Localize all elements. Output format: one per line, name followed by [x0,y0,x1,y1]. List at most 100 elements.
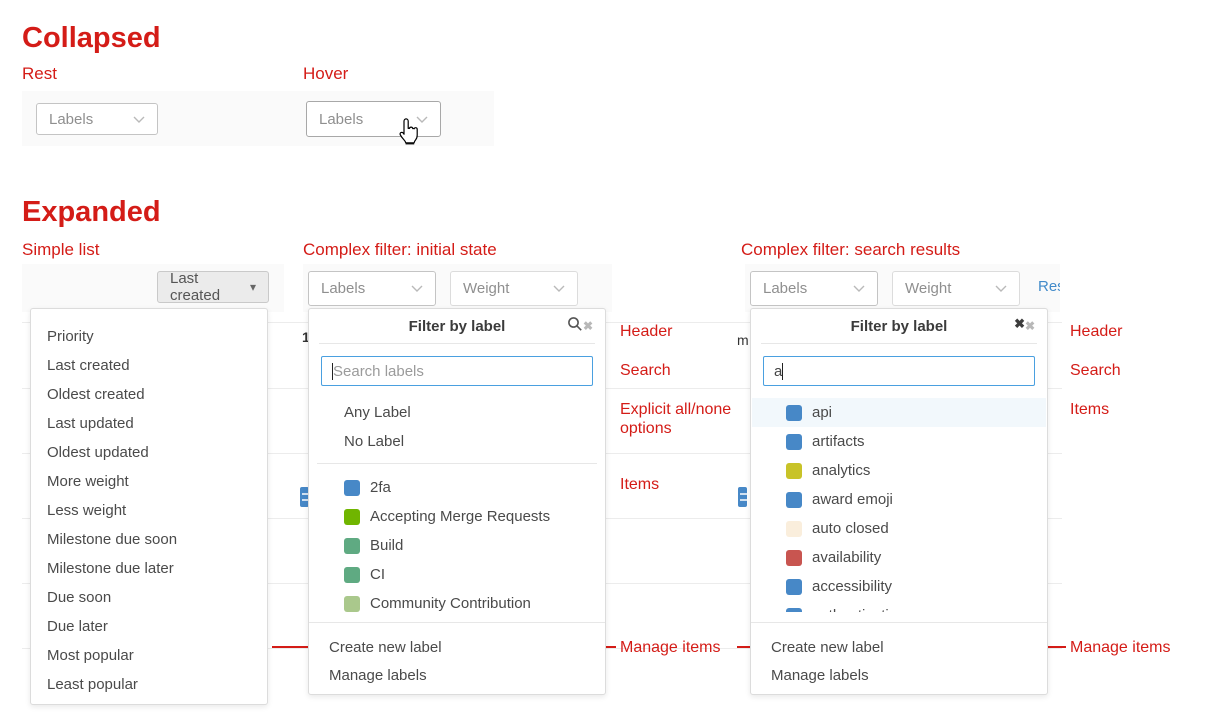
text-cursor [782,363,783,380]
chevron-down-icon [995,285,1007,292]
menu-item-label: Any Label [344,404,411,421]
weight-dropdown-label: Weight [905,280,951,297]
demo-label-complex-search: Complex filter: search results [741,240,960,260]
sort-dropdown-button[interactable]: Last created ▾ [157,271,269,303]
close-icon[interactable]: ✖ [583,309,593,343]
label-item[interactable]: availability [752,543,1046,572]
label-item[interactable]: Community Contribution [310,589,604,618]
label-item[interactable]: auto closed [752,514,1046,543]
labels-dropdown-button[interactable]: Labels [750,271,878,306]
labels-dropdown-button-hover[interactable]: Labels [306,101,441,137]
menu-item-label: Milestone due later [47,560,174,577]
background-text-fragment: m [737,332,749,348]
divider [319,343,595,344]
label-color-swatch [786,463,802,479]
weight-dropdown-button[interactable]: Weight [450,271,578,306]
label-name: auto closed [812,520,889,537]
section-heading-expanded: Expanded [22,196,161,229]
annotation-manage-items: Manage items [620,638,721,657]
divider [761,343,1037,344]
menu-item[interactable]: Last created [32,351,266,380]
label-name: accessibility [812,578,892,595]
menu-item[interactable]: Due later [32,612,266,641]
menu-item-label: No Label [344,433,404,450]
label-color-swatch [786,579,802,595]
menu-item-label: Manage labels [329,667,427,684]
menu-item[interactable]: Less weight [32,496,266,525]
annotation-items: Items [620,475,659,494]
divider [317,463,597,464]
labels-dropdown-label: Labels [319,111,363,128]
annotation-search: Search [1070,361,1121,380]
label-item[interactable]: Accepting Merge Requests [310,502,604,531]
label-filter-dropdown-search: Filter by label ✖ a ✖ api artifacts anal… [750,308,1048,695]
menu-item[interactable]: Milestone due soon [32,525,266,554]
search-icon [567,316,583,332]
label-item[interactable]: api [752,398,1046,427]
weight-dropdown-button[interactable]: Weight [892,271,1020,306]
label-item[interactable]: accessibility [752,572,1046,601]
chevron-down-icon [853,285,865,292]
labels-dropdown-label: Labels [321,280,365,297]
menu-item-any-label[interactable]: Any Label [310,398,604,427]
menu-item[interactable]: Oldest created [32,380,266,409]
chevron-down-icon [553,285,565,292]
menu-item[interactable]: Least popular [32,670,266,699]
menu-item-label: Oldest updated [47,444,149,461]
menu-item-no-label[interactable]: No Label [310,427,604,456]
menu-item-label: Most popular [47,647,134,664]
menu-item-label: Priority [47,328,94,345]
clipped-label-chip-fragment [738,487,747,507]
search-labels-input[interactable]: Search labels [321,356,593,386]
label-item[interactable]: artifacts [752,427,1046,456]
reset-link-clipped[interactable]: Res [1038,278,1060,295]
menu-item[interactable]: Oldest updated [32,438,266,467]
manage-labels-item[interactable]: Manage labels [310,661,604,690]
annotation-header: Header [620,322,672,341]
menu-item[interactable]: Last updated [32,409,266,438]
divider [309,622,605,623]
label-item[interactable]: 2fa [310,473,604,502]
label-name: analytics [812,462,870,479]
annotation-all-none: Explicit all/none options [620,400,745,438]
create-new-label-item[interactable]: Create new label [752,633,1046,662]
clear-search-icon[interactable]: ✖ [1014,309,1025,339]
menu-item[interactable]: Due soon [32,583,266,612]
menu-item[interactable]: Milestone due later [32,554,266,583]
manage-labels-item[interactable]: Manage labels [752,661,1046,690]
chevron-down-icon [133,116,145,123]
sort-dropdown-label: Last created [170,270,242,304]
menu-item[interactable]: Priority [32,322,266,351]
demo-label-simple-list: Simple list [22,240,99,260]
menu-item[interactable]: Most popular [32,641,266,670]
label-name: authentication [812,607,905,612]
sort-dropdown-menu: Priority Last created Oldest created Las… [30,308,268,705]
close-icon[interactable]: ✖ [1025,309,1035,343]
create-new-label-item[interactable]: Create new label [310,633,604,662]
labels-dropdown-button[interactable]: Labels [308,271,436,306]
dropdown-title: Filter by label [751,309,1047,343]
label-item-clipped[interactable]: authentication [752,601,1046,612]
label-name: Community Contribution [370,595,531,612]
label-item[interactable]: award emoji [752,485,1046,514]
menu-item-label: Least popular [47,676,138,693]
label-item[interactable]: Build [310,531,604,560]
label-name: availability [812,549,881,566]
label-item[interactable]: CI [310,560,604,589]
label-color-swatch [786,492,802,508]
caret-down-icon: ▾ [250,280,256,294]
labels-dropdown-label: Labels [49,111,93,128]
menu-item-label: Create new label [329,639,442,656]
search-labels-input[interactable]: a [763,356,1035,386]
menu-item-label: Last updated [47,415,134,432]
menu-item-label: More weight [47,473,129,490]
chevron-down-icon [411,285,423,292]
menu-item-label: Due soon [47,589,111,606]
label-name: 2fa [370,479,391,496]
labels-dropdown-button-rest[interactable]: Labels [36,103,158,135]
state-label-rest: Rest [22,64,57,84]
menu-item[interactable]: More weight [32,467,266,496]
label-item[interactable]: analytics [752,456,1046,485]
annotation-items: Items [1070,400,1109,419]
section-heading-collapsed: Collapsed [22,22,161,55]
